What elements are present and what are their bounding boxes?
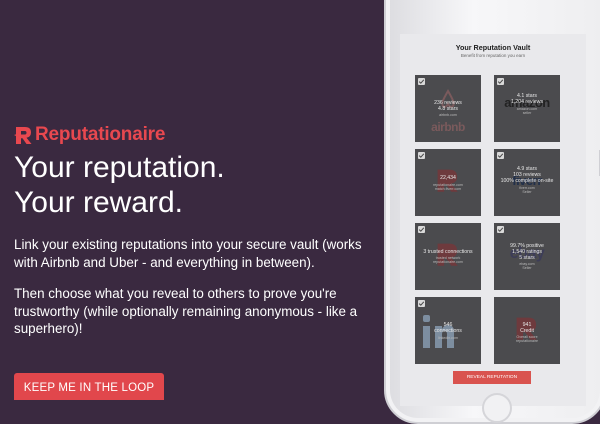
checkbox[interactable]: [497, 78, 504, 85]
brand-name: Reputationaire: [35, 124, 166, 145]
hero-paragraph-1: Link your existing reputations into your…: [14, 237, 362, 270]
tile-airbnb[interactable]: 236 reviews 4.8 stars airbnb.com airbnb: [415, 75, 481, 142]
headline-line-1: Your reputation.: [14, 151, 225, 184]
reputation-tile-grid: 236 reviews 4.8 stars airbnb.com airbnb …: [415, 75, 575, 364]
tile-stat: 4.9 stars 103 reviews 100% complete on-s…: [500, 166, 554, 184]
tile-source: amazon.com seller: [516, 107, 538, 116]
tile-trusted-connections[interactable]: 3 trusted connections trusted network re…: [415, 223, 481, 290]
checkbox[interactable]: [418, 152, 425, 159]
checkbox[interactable]: [497, 226, 504, 233]
tile-stat: 236 reviews 4.8 stars: [434, 100, 462, 112]
tile-source: trusted network reputationaire.com: [433, 256, 463, 265]
check-icon: [418, 301, 425, 306]
check-icon: [497, 153, 504, 158]
tile-source: linkedin.com: [438, 336, 458, 340]
phone-home-button: [482, 393, 512, 423]
tile-stat: 99.7% positive 1,540 ratings 5 stars: [510, 243, 544, 261]
check-icon: [418, 227, 425, 232]
tile-ebay[interactable]: ebay 99.7% positive 1,540 ratings 5 star…: [494, 223, 560, 290]
check-icon: [418, 79, 425, 84]
hero-paragraph-2: Then choose what you reveal to others to…: [14, 286, 358, 336]
tile-stat: 546 connections: [434, 322, 462, 334]
tile-stat: 22,434: [440, 175, 456, 181]
tile-fiverr[interactable]: fiverr 4.9 stars 103 reviews 100% comple…: [494, 149, 560, 216]
hero-headline: Your reputation. Your reward.: [14, 150, 225, 220]
tile-linkedin[interactable]: 546 connections linkedin.com: [415, 297, 481, 364]
tile-source: ebay.com Seller: [519, 262, 535, 271]
tile-source: reputationaire.com match.fiverr.com: [433, 183, 463, 192]
tile-brand: airbnb: [431, 120, 465, 134]
tile-amazon[interactable]: amazon 4.1 stars 1,204 reviews amazon.co…: [494, 75, 560, 142]
headline-line-2: Your reward.: [14, 186, 183, 219]
vault-title: Your Reputation Vault: [455, 43, 531, 52]
phone-screen: Your Reputation Vault Benefit from reput…: [400, 34, 586, 406]
tile-source: Overall score reputationaire: [516, 335, 538, 344]
check-icon: [497, 227, 504, 232]
tile-stat: 3 trusted connections: [423, 249, 473, 255]
check-icon: [497, 79, 504, 84]
tile-stat: 941 Credit: [520, 322, 534, 334]
vault-subtitle: Benefit from reputation you earn: [460, 53, 526, 58]
checkbox[interactable]: [418, 300, 425, 307]
brand-logo[interactable]: Reputationaire: [14, 124, 165, 146]
checkbox[interactable]: [418, 226, 425, 233]
tile-stat: 4.1 stars 1,204 reviews: [510, 93, 543, 105]
tile-reputationaire-score[interactable]: 22,434 reputationaire.com match.fiverr.c…: [415, 149, 481, 216]
reputationaire-logo-icon: [14, 127, 32, 144]
tile-reputationaire-credit[interactable]: 941 Credit Overall score reputationaire: [494, 297, 560, 364]
check-icon: [418, 153, 425, 158]
tile-source: fiverr.com Seller: [519, 186, 535, 195]
keep-me-in-the-loop-button[interactable]: KEEP ME IN THE LOOP: [14, 373, 164, 400]
checkbox[interactable]: [418, 78, 425, 85]
reveal-reputation-button[interactable]: REVEAL REPUTATION: [453, 371, 531, 384]
checkbox[interactable]: [497, 152, 504, 159]
tile-source: airbnb.com: [439, 113, 457, 117]
